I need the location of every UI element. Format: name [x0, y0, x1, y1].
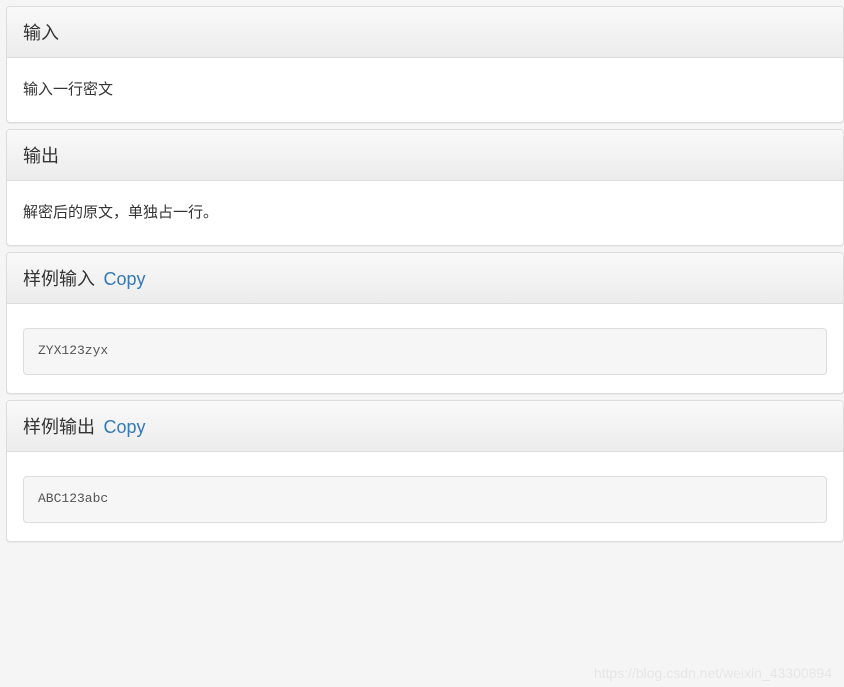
output-body: 解密后的原文，单独占一行。	[7, 181, 843, 245]
copy-sample-input-link[interactable]: Copy	[103, 269, 145, 289]
sample-output-body: ABC123abc	[7, 452, 843, 541]
sample-input-code: ZYX123zyx	[23, 328, 827, 375]
sample-input-title: 样例输入	[23, 269, 95, 289]
sample-input-panel: 样例输入 Copy ZYX123zyx	[6, 252, 844, 394]
input-heading: 输入	[7, 7, 843, 58]
sample-input-heading: 样例输入 Copy	[7, 253, 843, 304]
watermark-text: https://blog.csdn.net/weixin_43300894	[594, 665, 832, 681]
input-title: 输入	[23, 23, 59, 43]
copy-sample-output-link[interactable]: Copy	[103, 417, 145, 437]
sample-input-body: ZYX123zyx	[7, 304, 843, 393]
sample-output-code: ABC123abc	[23, 476, 827, 523]
sample-output-title: 样例输出	[23, 417, 95, 437]
sample-output-panel: 样例输出 Copy ABC123abc	[6, 400, 844, 542]
input-panel: 输入 输入一行密文	[6, 6, 844, 123]
output-title: 输出	[23, 146, 59, 166]
output-heading: 输出	[7, 130, 843, 181]
output-panel: 输出 解密后的原文，单独占一行。	[6, 129, 844, 246]
sample-output-heading: 样例输出 Copy	[7, 401, 843, 452]
input-body: 输入一行密文	[7, 58, 843, 122]
